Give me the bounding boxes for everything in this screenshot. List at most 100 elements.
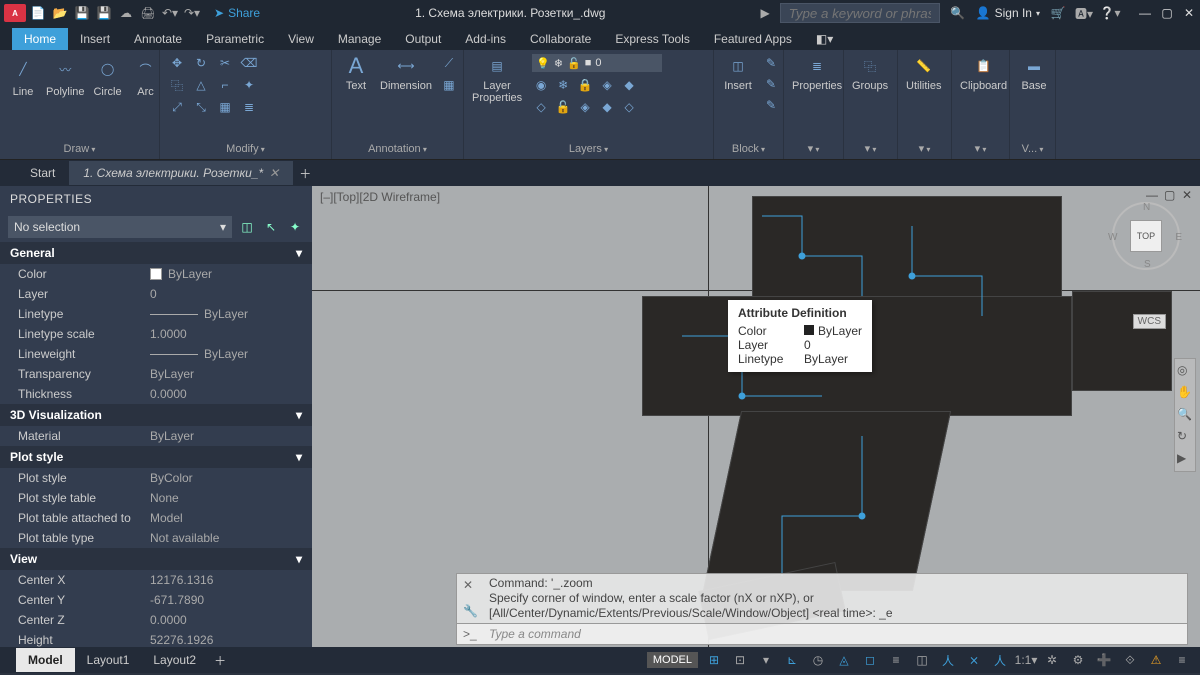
add-layout-button[interactable]: ＋ [208, 652, 232, 669]
panel-utilities-label[interactable]: ▾ [906, 140, 943, 157]
layer-off-icon[interactable]: ◉ [532, 76, 550, 94]
layer-walk-icon[interactable]: ◆ [598, 98, 616, 116]
attribute-icon[interactable]: ✎ [762, 96, 780, 114]
cmd-customize-icon[interactable]: 🔧 [463, 604, 478, 619]
tab-output[interactable]: Output [393, 28, 453, 50]
copy-icon[interactable]: ⿻ [168, 76, 186, 94]
command-input[interactable]: >_ Type a command [456, 623, 1188, 645]
layout-tab-layout1[interactable]: Layout1 [75, 648, 142, 672]
drawing-viewport[interactable]: [–][Top][2D Wireframe] ― ▢ ✕ [312, 186, 1200, 647]
isoplane-icon[interactable]: ◬ [834, 650, 854, 670]
wcs-label[interactable]: WCS [1133, 314, 1166, 329]
stretch-icon[interactable]: ⤢ [168, 98, 186, 116]
prop-row[interactable]: Plot styleByColor [0, 468, 312, 488]
erase-icon[interactable]: ⌫ [240, 54, 258, 72]
tab-annotate[interactable]: Annotate [122, 28, 194, 50]
prop-row[interactable]: Lineweight ByLayer [0, 344, 312, 364]
panel-draw-label[interactable]: Draw [8, 141, 151, 157]
customization-icon[interactable]: ≡ [1172, 650, 1192, 670]
panel-modify-label[interactable]: Modify [168, 141, 323, 157]
layer-iso-icon[interactable]: ◇ [532, 98, 550, 116]
app-logo[interactable]: A [4, 4, 26, 22]
layer-properties-button[interactable]: ▤Layer Properties [472, 54, 522, 104]
prop-row[interactable]: Thickness0.0000 [0, 384, 312, 404]
quick-select-icon[interactable]: ✦ [286, 218, 304, 236]
prop-row[interactable]: Plot table typeNot available [0, 528, 312, 548]
scale-button[interactable]: 1:1▾ [1016, 650, 1036, 670]
base-view-button[interactable]: ▬Base [1018, 54, 1050, 92]
pan-icon[interactable]: ✋ [1177, 385, 1193, 401]
pickadd-icon[interactable]: ◫ [238, 218, 256, 236]
showmotion-icon[interactable]: ▶ [1177, 451, 1193, 467]
grid-icon[interactable]: ⊞ [704, 650, 724, 670]
close-button[interactable]: ✕ [1182, 6, 1196, 20]
open-icon[interactable]: 📂 [52, 5, 68, 21]
workspace-icon[interactable]: ⚙ [1068, 650, 1088, 670]
select-icon[interactable]: ↖ [262, 218, 280, 236]
prop-row[interactable]: TransparencyByLayer [0, 364, 312, 384]
search-play-icon[interactable]: ▶ [760, 6, 769, 20]
polyline-button[interactable]: 〰Polyline [46, 54, 85, 98]
doc-tab-file[interactable]: 1. Схема электрики. Розетки_*✕ [69, 161, 293, 185]
array-icon[interactable]: ▦ [216, 98, 234, 116]
layer-state-icon[interactable]: ◇ [620, 98, 638, 116]
edit-block-icon[interactable]: ✎ [762, 75, 780, 93]
layer-make-icon[interactable]: ◈ [576, 98, 594, 116]
annotation-visibility-icon[interactable]: ✲ [1042, 650, 1062, 670]
lineweight-icon[interactable]: ≡ [886, 650, 906, 670]
tab-parametric[interactable]: Parametric [194, 28, 276, 50]
cloud-open-icon[interactable]: ☁ [118, 5, 134, 21]
polar-icon[interactable]: ◷ [808, 650, 828, 670]
layout-tab-model[interactable]: Model [16, 648, 75, 672]
layer-freeze-icon[interactable]: ❄ [554, 76, 572, 94]
clipboard-button[interactable]: 📋Clipboard [960, 54, 1007, 92]
prop-row[interactable]: Center Z0.0000 [0, 610, 312, 630]
line-button[interactable]: ╱Line [8, 54, 38, 98]
circle-button[interactable]: ◯Circle [93, 54, 123, 98]
close-tab-icon[interactable]: ✕ [269, 166, 279, 180]
tab-view[interactable]: View [276, 28, 326, 50]
tab-selection-cycle[interactable]: ◧▾ [804, 28, 845, 50]
layer-match-icon[interactable]: ◈ [598, 76, 616, 94]
annotation-monitor-icon[interactable]: ➕ [1094, 650, 1114, 670]
prop-section-viz[interactable]: 3D Visualization▾ [0, 404, 312, 426]
prop-row[interactable]: Height52276.1926 [0, 630, 312, 650]
save-icon[interactable]: 💾 [74, 5, 90, 21]
explode-icon[interactable]: ✦ [240, 76, 258, 94]
cart-icon[interactable]: 🛒 [1050, 5, 1066, 21]
infer-icon[interactable]: ▾ [756, 650, 776, 670]
leader-icon[interactable]: ⟋ [440, 54, 458, 72]
tab-manage[interactable]: Manage [326, 28, 393, 50]
vp-minimize-icon[interactable]: ― [1146, 188, 1160, 202]
prop-section-general[interactable]: General▾ [0, 242, 312, 264]
insert-block-button[interactable]: ◫Insert [722, 54, 754, 92]
fillet-icon[interactable]: ⌐ [216, 76, 234, 94]
layer-lock-icon[interactable]: 🔒 [576, 76, 594, 94]
search-icon[interactable]: 🔍 [950, 5, 966, 21]
prop-row[interactable]: MaterialByLayer [0, 426, 312, 446]
prop-row[interactable]: Center X12176.1316 [0, 570, 312, 590]
plot-icon[interactable]: 🖨 [140, 5, 156, 21]
tab-collaborate[interactable]: Collaborate [518, 28, 603, 50]
prop-row[interactable]: Layer0 [0, 284, 312, 304]
prop-section-view[interactable]: View▾ [0, 548, 312, 570]
vp-close-icon[interactable]: ✕ [1182, 188, 1196, 202]
prop-section-plot[interactable]: Plot style▾ [0, 446, 312, 468]
ortho-icon[interactable]: ⊾ [782, 650, 802, 670]
prop-row[interactable]: Center Y-671.7890 [0, 590, 312, 610]
3dosnap-icon[interactable]: ⨯ [964, 650, 984, 670]
rotate-icon[interactable]: ↻ [192, 54, 210, 72]
minimize-button[interactable]: ― [1138, 6, 1152, 20]
wheel-icon[interactable]: ◎ [1177, 363, 1193, 379]
prop-row[interactable]: Linetype ByLayer [0, 304, 312, 324]
arc-button[interactable]: ⌒Arc [131, 54, 161, 98]
orbit-icon[interactable]: ↻ [1177, 429, 1193, 445]
cmd-close-icon[interactable]: ✕ [463, 578, 473, 593]
undo-icon[interactable]: ↶▾ [162, 5, 178, 21]
layer-prev-icon[interactable]: ◆ [620, 76, 638, 94]
layout-tab-layout2[interactable]: Layout2 [141, 648, 208, 672]
tab-insert[interactable]: Insert [68, 28, 122, 50]
groups-button[interactable]: ⿻Groups [852, 54, 888, 92]
dimension-button[interactable]: ⟷Dimension [380, 54, 432, 92]
panel-properties-label[interactable]: ▾ [792, 140, 835, 157]
